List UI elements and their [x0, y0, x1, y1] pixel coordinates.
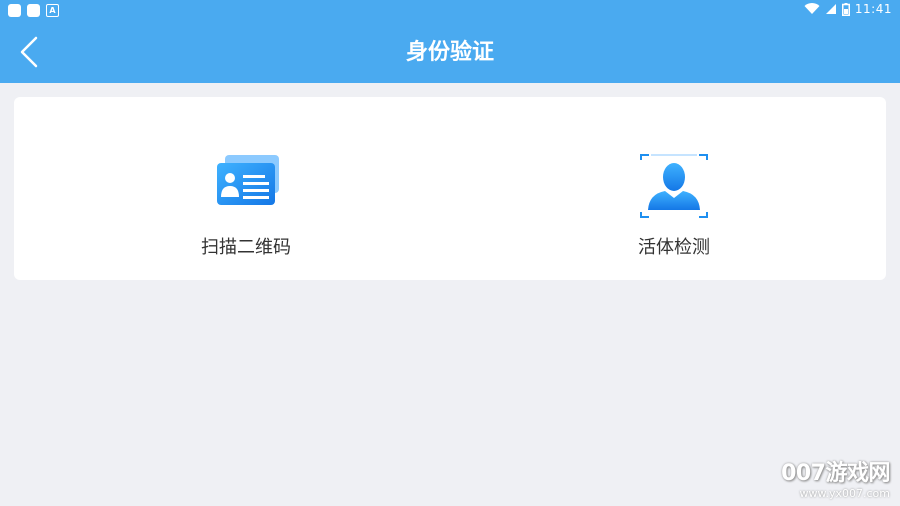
watermark-logo: 007游戏网	[781, 461, 890, 486]
notification-icon	[27, 4, 40, 17]
scan-qr-option[interactable]: 扫描二维码	[146, 97, 346, 280]
status-time: 11:41	[854, 2, 892, 16]
top-bar: A 11:41 身份验证	[0, 0, 900, 83]
signal-icon	[825, 4, 836, 14]
verification-options-card: 扫描二维码 活体检测	[14, 97, 886, 280]
status-bar: A 11:41	[0, 0, 900, 22]
navigation-bar: 身份验证	[0, 22, 900, 83]
face-scan-icon	[639, 154, 709, 224]
wifi-icon	[804, 3, 820, 15]
status-indicators: 11:41	[804, 2, 892, 16]
page-title: 身份验证	[405, 40, 494, 65]
watermark: 007游戏网 www.yx007.com	[781, 455, 890, 500]
app-notification-icon: A	[46, 4, 59, 17]
scan-qr-label: 扫描二维码	[201, 237, 291, 258]
watermark-url: www.yx007.com	[799, 487, 890, 500]
battery-icon	[841, 2, 850, 16]
notification-icon	[8, 4, 21, 17]
id-card-icon	[211, 155, 281, 211]
liveness-detection-option[interactable]: 活体检测	[574, 97, 774, 280]
status-notifications: A	[8, 4, 59, 17]
liveness-detection-label: 活体检测	[638, 237, 710, 258]
